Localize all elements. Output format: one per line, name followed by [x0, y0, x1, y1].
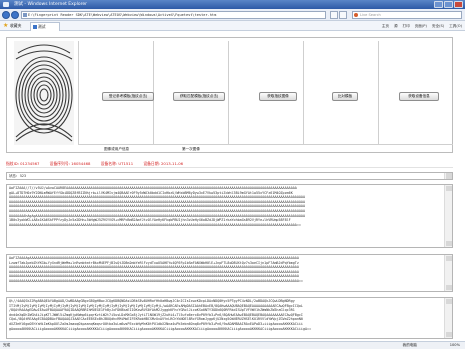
- print-button[interactable]: 打印: [403, 21, 410, 31]
- get-device-info-button[interactable]: 获取设备信息: [399, 92, 439, 101]
- tools-menu[interactable]: 工具(O): [449, 21, 462, 31]
- fingerprint-id: 指纹ID: 01234567: [6, 161, 40, 166]
- favorites-bar: ★ 收藏夹 测试 主页 源 打印 页面(P) 安全(S) 工具(O): [0, 21, 465, 31]
- template-line: AAAAAAAAAAAAAAAAAAAAAAAAAAAAAAAAAAAAAAAA…: [9, 222, 301, 227]
- favorites-label[interactable]: 收藏夹: [10, 21, 21, 31]
- search-input[interactable]: Live Search: [352, 11, 462, 19]
- address-bar: E:\Fingerprint Reader SDK\ATE\Webview\AT…: [0, 9, 465, 21]
- template-line: AAAAAAAAAAAAAAAAAAAAAAAAAAAAAAAAAAAAAAAA…: [9, 278, 303, 283]
- ie-logo-icon: [3, 2, 9, 7]
- refresh-icon[interactable]: [330, 11, 338, 19]
- status-field[interactable]: 状态: 523: [6, 172, 453, 180]
- get-fingerprint-image-button[interactable]: 获取指纹图像: [259, 92, 297, 101]
- home-button[interactable]: 主页: [382, 21, 389, 31]
- window-title-bar: 测试 - Windows Internet Explorer: [0, 0, 465, 9]
- security-zone: 我的电脑: [402, 343, 417, 347]
- divider: [78, 41, 79, 144]
- address-text: E:\Fingerprint Reader SDK\ATE\Webview\AT…: [28, 13, 217, 17]
- scrollbar[interactable]: [444, 255, 452, 291]
- device-serial: 设备序列号: 16054468: [49, 161, 91, 166]
- maximize-icon[interactable]: [444, 1, 453, 8]
- stop-icon[interactable]: [339, 11, 347, 19]
- match-template-textarea[interactable]: AwFIZAAAAgAAAAAAAAAAAAAAAAAAAAAAAAAAAAAA…: [6, 254, 453, 292]
- scrollbar[interactable]: [444, 298, 452, 338]
- zoom-level[interactable]: 100%: [450, 342, 460, 349]
- divider: [78, 144, 453, 145]
- device-status-line: 指纹ID: 01234567 设备序列号: 16054468 设备名称: UT1…: [6, 160, 453, 168]
- device-date: 设备日期: 2013-11-06: [143, 161, 184, 166]
- fingerprint-image: [14, 41, 74, 145]
- feeds-button[interactable]: 源: [394, 21, 398, 31]
- get-match-template-button[interactable]: 获取匹配模板(指纹点击): [173, 92, 225, 101]
- back-icon[interactable]: [2, 11, 10, 19]
- tab-label: 测试: [38, 24, 46, 29]
- tab-page-icon: [33, 25, 37, 29]
- tab-test[interactable]: 测试: [30, 22, 60, 31]
- reference-template-textarea[interactable]: AwFIZAAA//7//v5UJ/wAvwCAAR8EAAAAAAAAAAAA…: [6, 184, 453, 248]
- search-engine-icon: [354, 13, 358, 17]
- scrollbar[interactable]: [444, 185, 452, 247]
- command-bar: 主页 源 打印 页面(P) 安全(S) 工具(O): [382, 21, 462, 31]
- window-controls: [434, 1, 463, 8]
- address-buttons: [330, 11, 347, 19]
- page-icon: [23, 13, 27, 17]
- scrollbar[interactable]: [444, 173, 452, 179]
- image-caption: 图像或用户信息: [104, 147, 130, 151]
- compare-template-button[interactable]: 比对模板: [332, 92, 358, 101]
- search-placeholder: Live Search: [360, 13, 381, 17]
- divider: [378, 41, 379, 144]
- first-image-caption: 第一次图像: [182, 147, 200, 151]
- safety-menu[interactable]: 安全(S): [432, 21, 444, 31]
- forward-icon[interactable]: [11, 11, 19, 19]
- browser-status-bar: 完成 我的电脑 100%: [0, 341, 465, 349]
- star-icon[interactable]: ★: [3, 22, 8, 29]
- window-title: 测试 - Windows Internet Explorer: [14, 2, 88, 7]
- status-field-text: 状态: 523: [9, 174, 26, 178]
- enroll-template-button[interactable]: 登记参考模板(指纹点击): [102, 92, 154, 101]
- device-name: 设备名称: UT1511: [100, 161, 134, 166]
- image-data-textarea[interactable]: Qt//4AAQSkZJRgABAQEAYABgAAD/2wBDAAgGBgcG…: [6, 297, 453, 339]
- minimize-icon[interactable]: [434, 1, 443, 8]
- image-data-line: gAooooAKKKKACiiigAooooAKKKKACiiigAooooAK…: [9, 326, 312, 331]
- status-done: 完成: [3, 343, 11, 347]
- divider: [228, 41, 229, 144]
- page-menu[interactable]: 页面(P): [415, 21, 427, 31]
- address-input[interactable]: E:\Fingerprint Reader SDK\ATE\Webview\AT…: [21, 11, 326, 19]
- close-icon[interactable]: [454, 1, 463, 8]
- divider: [303, 41, 304, 144]
